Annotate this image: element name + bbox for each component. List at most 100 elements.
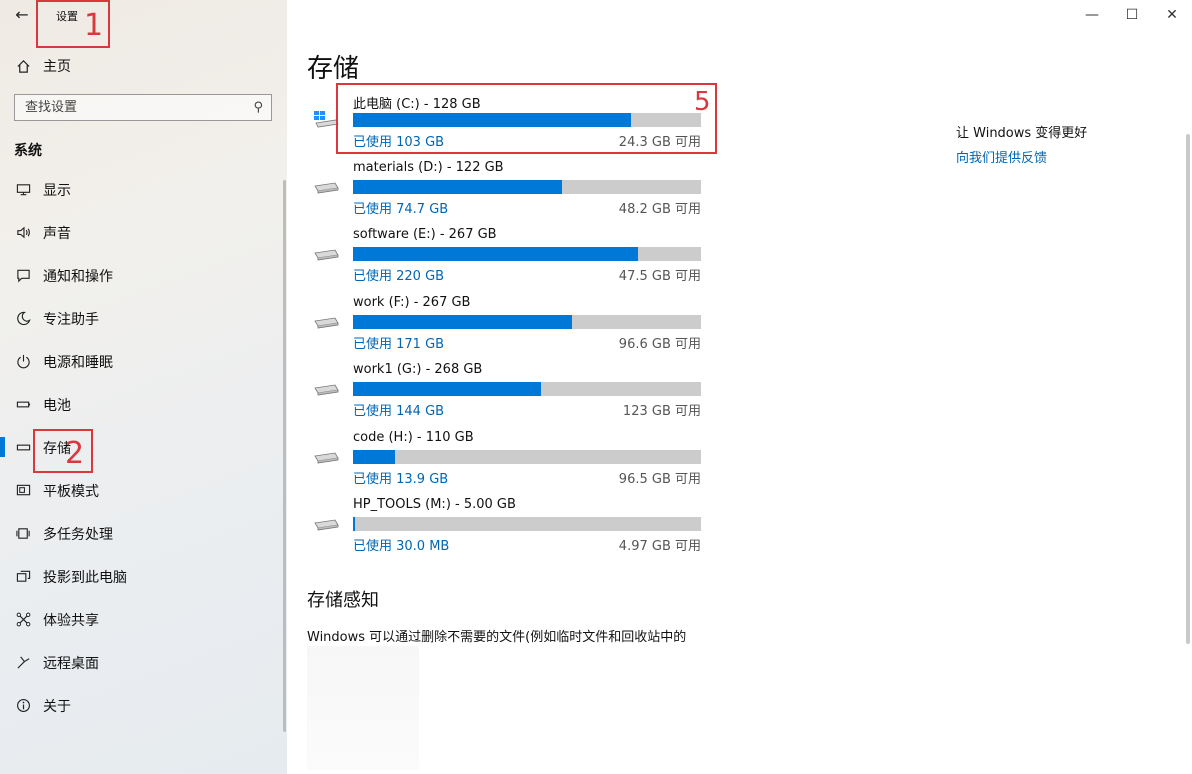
share-icon xyxy=(14,611,32,629)
section-title: 系统 xyxy=(14,143,42,159)
drive-name: work1 (G:) - 268 GB xyxy=(353,362,483,377)
drive-f[interactable]: work (F:) - 267 GB 已使用 171 GB 96.6 GB 可用 xyxy=(307,295,702,355)
sidebar-item-battery[interactable]: 电池 xyxy=(0,383,287,426)
feedback-heading: 让 Windows 变得更好 xyxy=(956,126,1088,141)
drive-e[interactable]: software (E:) - 267 GB 已使用 220 GB 47.5 G… xyxy=(307,227,702,287)
sidebar-item-label: 通知和操作 xyxy=(43,268,113,285)
drive-name: HP_TOOLS (M:) - 5.00 GB xyxy=(353,497,516,512)
sidebar-item-label: 声音 xyxy=(43,225,71,242)
drive-icon xyxy=(314,317,339,329)
annotation-number-1: 1 xyxy=(84,8,104,43)
drive-icon xyxy=(314,249,339,261)
sidebar-item-multitasking[interactable]: 多任务处理 xyxy=(0,512,287,555)
search-box[interactable]: ⚲ xyxy=(14,94,272,121)
drive-used: 已使用 30.0 MB xyxy=(353,539,450,554)
moon-icon xyxy=(14,310,32,328)
drive-usage-bar xyxy=(353,247,701,261)
main-content: — ☐ ✕ 存储 此电脑 (C:) - 128 GB 已使用 103 GB 24… xyxy=(287,0,1192,774)
drive-usage-bar xyxy=(353,517,701,531)
storage-icon xyxy=(14,439,32,457)
sidebar-item-focus[interactable]: 专注助手 xyxy=(0,297,287,340)
drive-h[interactable]: code (H:) - 110 GB 已使用 13.9 GB 96.5 GB 可… xyxy=(307,430,702,490)
drive-usage-fill xyxy=(353,382,541,396)
drive-used: 已使用 144 GB xyxy=(353,404,445,419)
maximize-icon[interactable]: ☐ xyxy=(1112,0,1152,30)
multitask-icon xyxy=(14,525,32,543)
sidebar-home-label: 主页 xyxy=(43,59,71,75)
sidebar-item-label: 远程桌面 xyxy=(43,655,99,672)
battery-icon xyxy=(14,396,32,414)
project-icon xyxy=(14,568,32,586)
drive-usage-bar xyxy=(353,450,701,464)
sidebar-item-label: 平板模式 xyxy=(43,483,99,500)
sidebar-item-label: 电源和睡眠 xyxy=(43,354,113,371)
sidebar-item-power[interactable]: 电源和睡眠 xyxy=(0,340,287,383)
drive-d[interactable]: materials (D:) - 122 GB 已使用 74.7 GB 48.2… xyxy=(307,160,702,220)
drive-usage-bar xyxy=(353,315,701,329)
sidebar-item-label: 投影到此电脑 xyxy=(43,569,127,586)
drive-name: work (F:) - 267 GB xyxy=(353,295,471,310)
page-title: 存储 xyxy=(307,54,360,84)
sidebar-item-about[interactable]: 关于 xyxy=(0,684,287,727)
monitor-icon xyxy=(14,181,32,199)
search-input[interactable] xyxy=(25,100,225,115)
drive-free: 123 GB 可用 xyxy=(622,404,701,419)
sidebar-item-sound[interactable]: 声音 xyxy=(0,211,287,254)
sidebar-home[interactable]: 主页 xyxy=(14,54,71,78)
drive-g[interactable]: work1 (G:) - 268 GB 已使用 144 GB 123 GB 可用 xyxy=(307,362,702,422)
sidebar-item-display[interactable]: 显示 xyxy=(0,168,287,211)
speaker-icon xyxy=(14,224,32,242)
sidebar-item-label: 电池 xyxy=(43,397,71,414)
sidebar: ← 设置 1 主页 ⚲ 系统 显示 声音 通知和操作 专注助手 xyxy=(0,0,287,774)
drive-used: 已使用 74.7 GB xyxy=(353,202,449,217)
drive-used: 已使用 220 GB xyxy=(353,269,445,284)
drive-free: 4.97 GB 可用 xyxy=(618,539,701,554)
sidebar-scrollbar[interactable] xyxy=(283,180,286,732)
sidebar-item-label: 显示 xyxy=(43,182,71,199)
drive-icon xyxy=(314,452,339,464)
minimize-icon[interactable]: — xyxy=(1072,0,1112,30)
drive-icon xyxy=(314,384,339,396)
sidebar-item-projecting[interactable]: 投影到此电脑 xyxy=(0,555,287,598)
tablet-icon xyxy=(14,482,32,500)
sidebar-item-label: 体验共享 xyxy=(43,612,99,629)
feedback-link[interactable]: 向我们提供反馈 xyxy=(956,147,1047,166)
drive-free: 48.2 GB 可用 xyxy=(618,202,701,217)
annotation-number-2: 2 xyxy=(65,436,85,471)
remote-icon xyxy=(14,654,32,672)
drive-free: 47.5 GB 可用 xyxy=(618,269,701,284)
power-icon xyxy=(14,353,32,371)
drive-usage-bar xyxy=(353,382,701,396)
drive-usage-fill xyxy=(353,247,639,261)
annotation-box-5: 5 xyxy=(336,83,717,154)
drive-name: code (H:) - 110 GB xyxy=(353,430,474,445)
main-scrollbar[interactable] xyxy=(1186,134,1190,644)
sidebar-item-label: 关于 xyxy=(43,698,71,715)
drive-m[interactable]: HP_TOOLS (M:) - 5.00 GB 已使用 30.0 MB 4.97… xyxy=(307,497,702,557)
drive-name: materials (D:) - 122 GB xyxy=(353,160,504,175)
annotation-box-2: 2 xyxy=(33,429,93,473)
window-controls: — ☐ ✕ xyxy=(1072,0,1192,30)
info-icon xyxy=(14,697,32,715)
search-icon[interactable]: ⚲ xyxy=(253,100,263,115)
storage-sense-toggle-area xyxy=(307,646,419,770)
sidebar-item-tablet[interactable]: 平板模式 xyxy=(0,469,287,512)
drive-free: 96.6 GB 可用 xyxy=(618,337,701,352)
drive-used: 已使用 13.9 GB xyxy=(353,472,449,487)
drive-icon xyxy=(314,519,339,531)
back-arrow-icon[interactable]: ← xyxy=(8,2,36,28)
sidebar-item-remote[interactable]: 远程桌面 xyxy=(0,641,287,684)
drive-usage-fill xyxy=(353,450,395,464)
sidebar-item-notifications[interactable]: 通知和操作 xyxy=(0,254,287,297)
storage-sense-description: Windows 可以通过删除不需要的文件(例如临时文件和回收站中的 xyxy=(307,630,687,645)
drive-usage-fill xyxy=(353,517,356,531)
annotation-number-5: 5 xyxy=(694,87,711,117)
drive-icon xyxy=(314,182,339,194)
sidebar-item-label: 多任务处理 xyxy=(43,526,113,543)
sidebar-item-shared[interactable]: 体验共享 xyxy=(0,598,287,641)
close-icon[interactable]: ✕ xyxy=(1152,0,1192,30)
drive-name: software (E:) - 267 GB xyxy=(353,227,497,242)
drive-free: 96.5 GB 可用 xyxy=(618,472,701,487)
drive-usage-fill xyxy=(353,180,562,194)
home-icon xyxy=(14,57,32,75)
